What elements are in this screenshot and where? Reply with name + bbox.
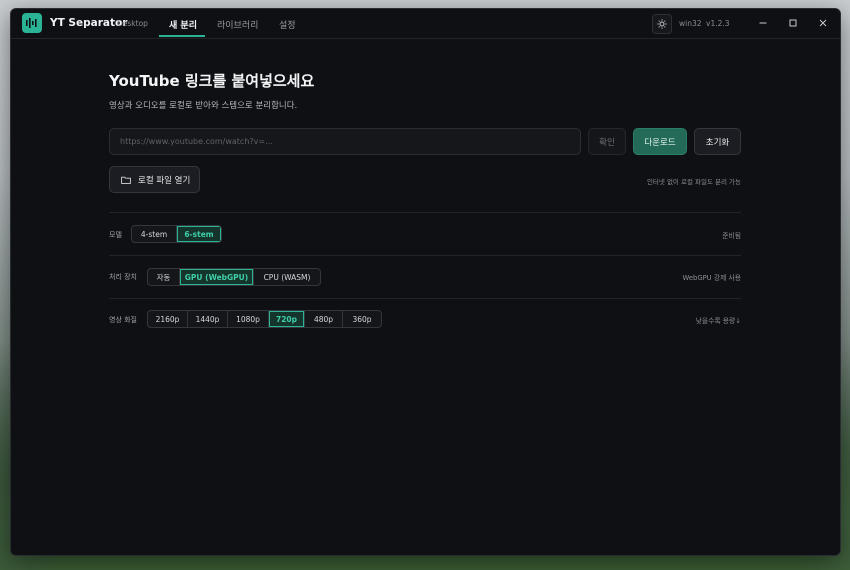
folder-icon [121,176,131,184]
divider [109,298,741,299]
quality-option-1080p[interactable]: 1080p [228,311,269,327]
tab-settings[interactable]: 설정 [279,18,296,31]
minimize-icon [759,22,767,24]
model-option-6stem[interactable]: 6-stem [177,226,221,242]
reset-button[interactable]: 초기화 [694,128,741,155]
app-window: YT Separator Desktop 새 분리 라이브러리 설정 win32… [10,8,841,556]
device-option-cpu[interactable]: CPU (WASM) [254,269,320,285]
minimize-button[interactable] [756,16,770,30]
device-note: WebGPU 강제 사용 [682,274,742,282]
close-button[interactable] [816,16,830,30]
quality-label: 영상 화질 [109,316,137,324]
model-label: 모델 [109,231,122,239]
quality-option-360p[interactable]: 360p [343,311,381,327]
app-title: YT Separator [50,17,128,29]
divider [109,212,741,213]
model-selector: 4-stem 6-stem [131,225,222,243]
platform-label: win32 [679,19,702,28]
titlebar: YT Separator Desktop 새 분리 라이브러리 설정 win32… [11,9,840,39]
confirm-button[interactable]: 확인 [588,128,626,155]
close-icon [819,19,827,27]
quality-option-2160p[interactable]: 2160p [148,311,188,327]
device-label: 처리 장치 [109,273,137,281]
tab-library[interactable]: 라이브러리 [217,18,258,31]
waveform-icon [22,13,42,33]
quality-option-1440p[interactable]: 1440p [188,311,228,327]
page-subtitle: 영상과 오디오를 로컬로 받아와 스템으로 분리합니다. [109,101,298,111]
open-local-file-button[interactable]: 로컬 파일 열기 [109,166,200,193]
open-local-file-label: 로컬 파일 열기 [138,175,191,186]
quality-selector: 2160p 1440p 1080p 720p 480p 360p [147,310,382,328]
model-option-4stem[interactable]: 4-stem [132,226,177,242]
maximize-button[interactable] [786,16,800,30]
download-button[interactable]: 다운로드 [633,128,687,155]
device-option-gpu[interactable]: GPU (WebGPU) [180,269,254,285]
theme-toggle-button[interactable] [652,14,672,34]
app-subtitle: Desktop [117,19,148,28]
page-title: YouTube 링크를 붙여넣으세요 [109,72,315,90]
device-option-auto[interactable]: 자동 [148,269,180,285]
divider [109,255,741,256]
active-tab-indicator [159,35,205,37]
tab-new-separation[interactable]: 새 분리 [169,18,197,31]
quality-option-480p[interactable]: 480p [305,311,343,327]
maximize-icon [789,19,797,27]
device-selector: 자동 GPU (WebGPU) CPU (WASM) [147,268,321,286]
quality-note: 낮을수록 용량↓ [695,317,741,325]
version-label: v1.2.3 [706,19,730,28]
quality-option-720p[interactable]: 720p [269,311,305,327]
model-status: 준비됨 [722,232,741,240]
sun-icon [657,19,667,29]
youtube-url-input[interactable] [109,128,581,155]
offline-note: 인터넷 없이 로컬 파일도 분리 가능 [646,178,741,186]
